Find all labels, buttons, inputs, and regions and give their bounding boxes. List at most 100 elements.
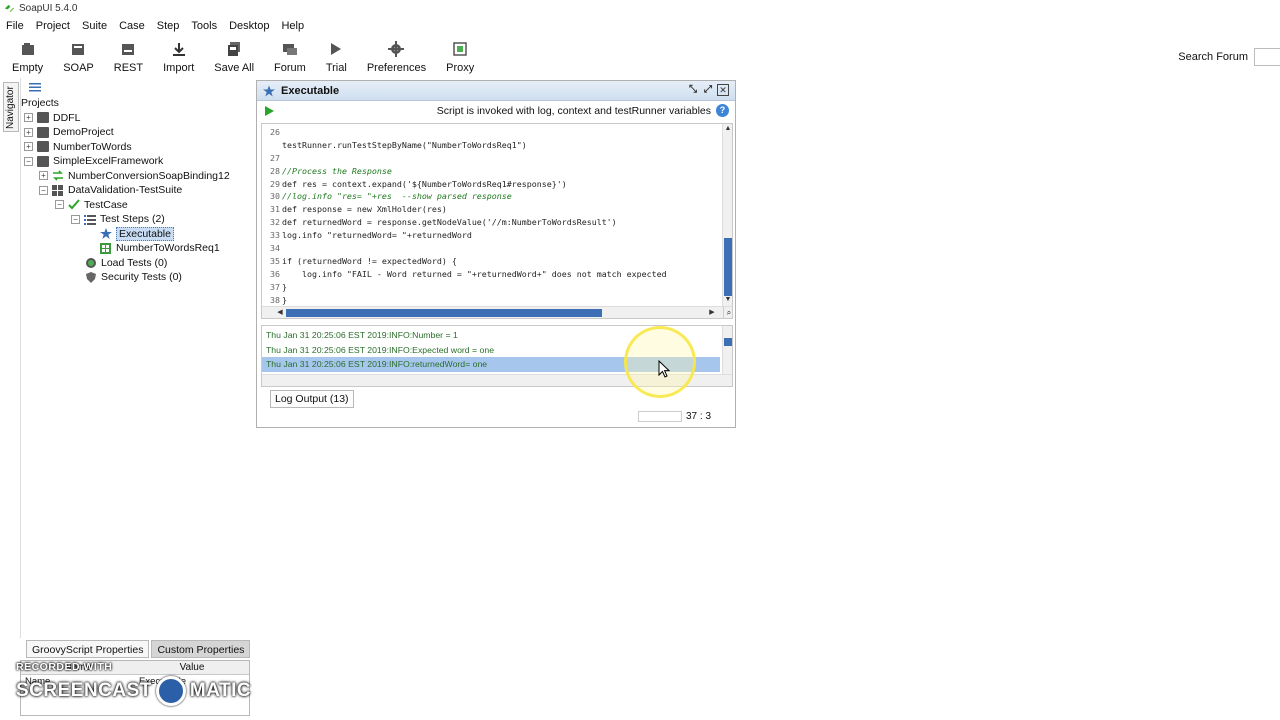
save-all-button[interactable]: Save All [214,36,254,74]
script-info-text: Script is invoked with log, context and … [436,105,711,117]
run-script-icon[interactable] [265,106,274,116]
menu-project[interactable]: Project [32,20,74,32]
code-line[interactable]: 35 if (returnedWord != expectedWord) { [262,255,720,268]
column-header-value[interactable]: Value [135,661,249,674]
scroll-left-icon[interactable]: ◀ [276,308,284,318]
tab-groovyscript-properties[interactable]: GroovyScript Properties [26,640,150,658]
code-line[interactable]: testRunner.runTestStepByName("NumberToWo… [262,139,720,152]
soap-request-icon [100,242,111,254]
close-icon[interactable]: ✕ [717,84,729,96]
code-line[interactable]: 36 log.info "FAIL - Word returned = "+re… [262,268,720,281]
code-horizontal-scrollbar[interactable]: ◀ ▶ ⌕ [262,306,732,318]
tree-item-teststeps[interactable]: − Test Steps (2) [21,212,255,227]
tree-item-demoproject[interactable]: + DemoProject [21,125,255,140]
forum-button[interactable]: Forum [274,36,306,74]
menu-file[interactable]: File [2,20,28,32]
code-line[interactable]: 27 [262,152,720,165]
rest-button[interactable]: REST [114,36,143,74]
list-view-icon[interactable] [29,82,41,92]
code-line[interactable]: 30//log.info "res= "+res --show parsed r… [262,190,720,203]
editor-header: Executable ⤡ ⤢ ✕ [257,81,735,101]
collapse-icon[interactable]: − [55,200,64,210]
tree-item-soapbinding[interactable]: + NumberConversionSoapBinding12 [21,169,255,184]
code-line[interactable]: 32 def returnedWord = response.getNodeVal… [262,216,720,229]
maximize-icon[interactable]: ⤢ [702,84,714,96]
line-number: 37 [270,281,280,292]
code-line[interactable]: 33 log.info "returnedWord= "+returnedWord [262,229,720,242]
tree-item-simpleexcelframework[interactable]: − SimpleExcelFramework [21,154,255,169]
code-text: def res = context.expand('${NumberToWord… [282,178,567,189]
proxy-button[interactable]: Proxy [446,36,474,74]
tree-item-testsuite[interactable]: − DataValidation-TestSuite [21,183,255,198]
empty-button[interactable]: Empty [12,36,43,74]
code-line[interactable]: 34 [262,242,720,255]
tree-item-securitytests[interactable]: Security Tests (0) [21,270,255,285]
scroll-right-icon[interactable]: ▶ [708,308,716,318]
log-vertical-scrollbar[interactable] [722,326,732,375]
checkmark-icon [68,199,80,210]
trial-icon [327,40,345,58]
screencast-watermark-logo: SCREENCAST MATIC [16,676,251,706]
code-line[interactable]: 37} [262,281,720,294]
zoom-magnifier-icon[interactable]: ⌕ [723,307,732,318]
tree-item-executable[interactable]: Executable [21,226,255,242]
expand-icon[interactable]: + [24,127,33,137]
menu-desktop[interactable]: Desktop [225,20,273,32]
line-number: 27 [270,152,280,163]
collapse-icon[interactable]: − [39,185,48,195]
search-forum-label: Search Forum [1178,51,1248,63]
menu-suite[interactable]: Suite [78,20,111,32]
tree-item-ddfl[interactable]: + DDFL [21,111,255,126]
menu-tools[interactable]: Tools [187,20,221,32]
tree-root[interactable]: Projects [21,96,255,111]
menu-step[interactable]: Step [153,20,184,32]
scroll-up-icon[interactable]: ▲ [724,125,732,133]
scroll-thumb[interactable] [724,338,732,346]
scroll-down-icon[interactable]: ▼ [724,296,732,304]
collapse-icon[interactable]: − [71,214,80,224]
tab-custom-properties[interactable]: Custom Properties [151,640,251,658]
import-button[interactable]: Import [163,36,194,74]
code-line[interactable]: 31 def response = new XmlHolder(res) [262,203,720,216]
code-vertical-scrollbar[interactable]: ▲ ▼ [722,124,732,306]
code-text: log.info "FAIL - Word returned = "+retur… [282,268,667,279]
code-text: } [282,281,287,292]
code-line[interactable]: 29 def res = context.expand('${NumberToWo… [262,178,720,191]
trial-button[interactable]: Trial [326,36,347,74]
line-number: 34 [270,243,280,254]
scroll-thumb[interactable] [724,238,732,296]
log-output-tab[interactable]: Log Output (13) [270,390,354,408]
star-icon [263,85,275,96]
code-text: //Process the Response [282,165,392,176]
menu-help[interactable]: Help [277,20,308,32]
help-icon[interactable]: ? [716,104,729,117]
soap-button[interactable]: SOAP [63,36,94,74]
code-line[interactable]: 28//Process the Response [262,165,720,178]
navigator-tab[interactable]: Navigator [3,82,19,132]
tree-item-testcase[interactable]: − TestCase [21,198,255,213]
load-test-gauge-icon [86,258,96,269]
preferences-button[interactable]: Preferences [367,36,426,74]
code-line[interactable]: 26 [262,126,720,139]
scroll-thumb[interactable] [286,309,602,317]
line-number: 31 [270,204,280,215]
camera-lens-icon [155,676,186,706]
restore-icon[interactable]: ⤡ [687,84,699,96]
script-editor[interactable]: 26 testRunner.runTestStepByName("NumberTo… [261,123,733,319]
code-line[interactable]: 38} [262,294,720,307]
code-text: log.info "returnedWord= "+returnedWord [282,230,472,241]
tree-item-numbertowords[interactable]: + NumberToWords [21,140,255,155]
line-number: 35 [270,255,280,266]
collapse-icon[interactable]: − [24,156,33,166]
tree-item-loadtests[interactable]: Load Tests (0) [21,256,255,271]
line-number: 26 [270,127,280,137]
menu-case[interactable]: Case [115,20,149,32]
expand-icon[interactable]: + [24,113,33,123]
expand-icon[interactable]: + [24,142,33,152]
project-folder-icon [37,112,49,124]
title-bar: SoapUI 5.4.0 [0,0,1280,17]
expand-icon[interactable]: + [39,171,48,181]
tree-item-numbertowordsreq1[interactable]: NumberToWordsReq1 [21,241,255,256]
code-text: def returnedWord = response.getNodeValue… [282,217,617,228]
search-forum-input[interactable] [1254,48,1280,66]
